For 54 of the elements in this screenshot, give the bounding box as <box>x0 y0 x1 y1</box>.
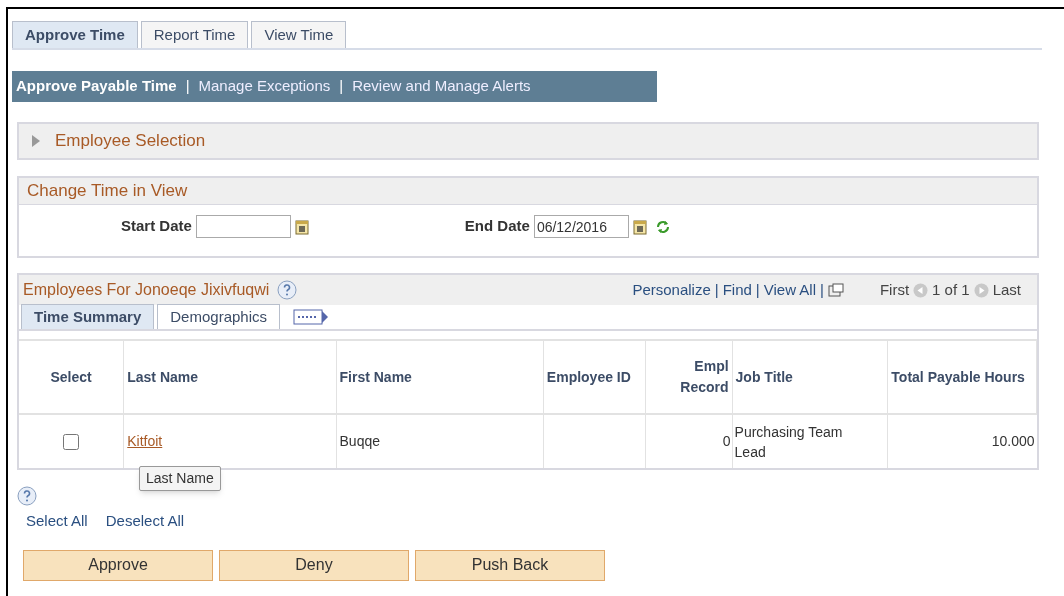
calendar-icon[interactable] <box>632 218 647 235</box>
subnav-link[interactable]: Approve Payable Time <box>16 75 177 98</box>
panel-title: Change Time in View <box>19 178 1037 205</box>
page-count: 1 of 1 <box>932 279 970 300</box>
field-label: Start Date <box>121 216 192 237</box>
table-cell: 10.000 <box>887 414 1037 468</box>
column-header: Job Title <box>732 340 888 414</box>
help-icon[interactable] <box>17 486 37 506</box>
tab[interactable]: View Time <box>251 21 347 48</box>
action-button[interactable]: Approve <box>23 549 213 581</box>
separator: | <box>755 279 760 300</box>
column-header: Empl Record <box>645 340 733 414</box>
column-header: Total Payable Hours <box>887 340 1037 414</box>
column-header: Employee ID <box>543 340 646 414</box>
last-label: Last <box>992 279 1021 300</box>
grid-title: Employees For Jonoeqe Jixivfuqwi <box>23 280 270 300</box>
subnav-link[interactable]: Manage Exceptions <box>198 75 331 98</box>
separator: | <box>339 76 344 97</box>
grid-link[interactable]: View All <box>763 278 817 302</box>
new-window-icon[interactable] <box>827 283 844 297</box>
separator: | <box>185 76 190 97</box>
tab[interactable]: Report Time <box>140 21 249 48</box>
field-label: End Date <box>464 216 530 237</box>
table-cell: Purchasing Team Lead <box>732 414 888 468</box>
caret-right-icon <box>31 134 41 148</box>
subnav-link[interactable]: Review and Manage Alerts <box>352 75 531 98</box>
show-all-columns-icon[interactable] <box>293 308 329 326</box>
action-button[interactable]: Push Back <box>415 549 605 581</box>
table-cell: 0 <box>645 414 733 468</box>
action-button[interactable]: Deny <box>219 549 409 581</box>
last-name-link[interactable]: Kitfoit <box>127 433 163 449</box>
select-all-link[interactable]: Select All <box>26 510 88 533</box>
refresh-icon[interactable] <box>654 218 671 235</box>
grid-tab[interactable]: Demographics <box>157 304 280 329</box>
separator: | <box>820 279 824 300</box>
first-label: First <box>879 279 910 300</box>
column-header: Last Name <box>123 340 337 414</box>
row-checkbox[interactable] <box>63 434 80 451</box>
table-cell: Buqqe <box>336 414 544 468</box>
grid-link[interactable]: Personalize <box>632 278 711 302</box>
column-header: Select <box>19 340 124 414</box>
calendar-icon[interactable] <box>294 218 309 235</box>
separator: | <box>714 279 719 300</box>
end-date-field[interactable]: 06/12/2016 <box>533 215 629 238</box>
help-icon[interactable] <box>277 280 298 300</box>
column-header: First Name <box>336 340 544 414</box>
tooltip: Last Name <box>139 466 221 491</box>
section-title: Employee Selection <box>55 130 206 153</box>
grid-tab[interactable]: Time Summary <box>21 304 155 329</box>
deselect-all-link[interactable]: Deselect All <box>105 510 185 533</box>
start-date-field[interactable] <box>195 215 291 238</box>
grid-link[interactable]: Find <box>722 278 752 302</box>
tab[interactable]: Approve Time <box>12 21 138 48</box>
collapsible-section-header[interactable]: Employee Selection <box>17 122 1039 160</box>
